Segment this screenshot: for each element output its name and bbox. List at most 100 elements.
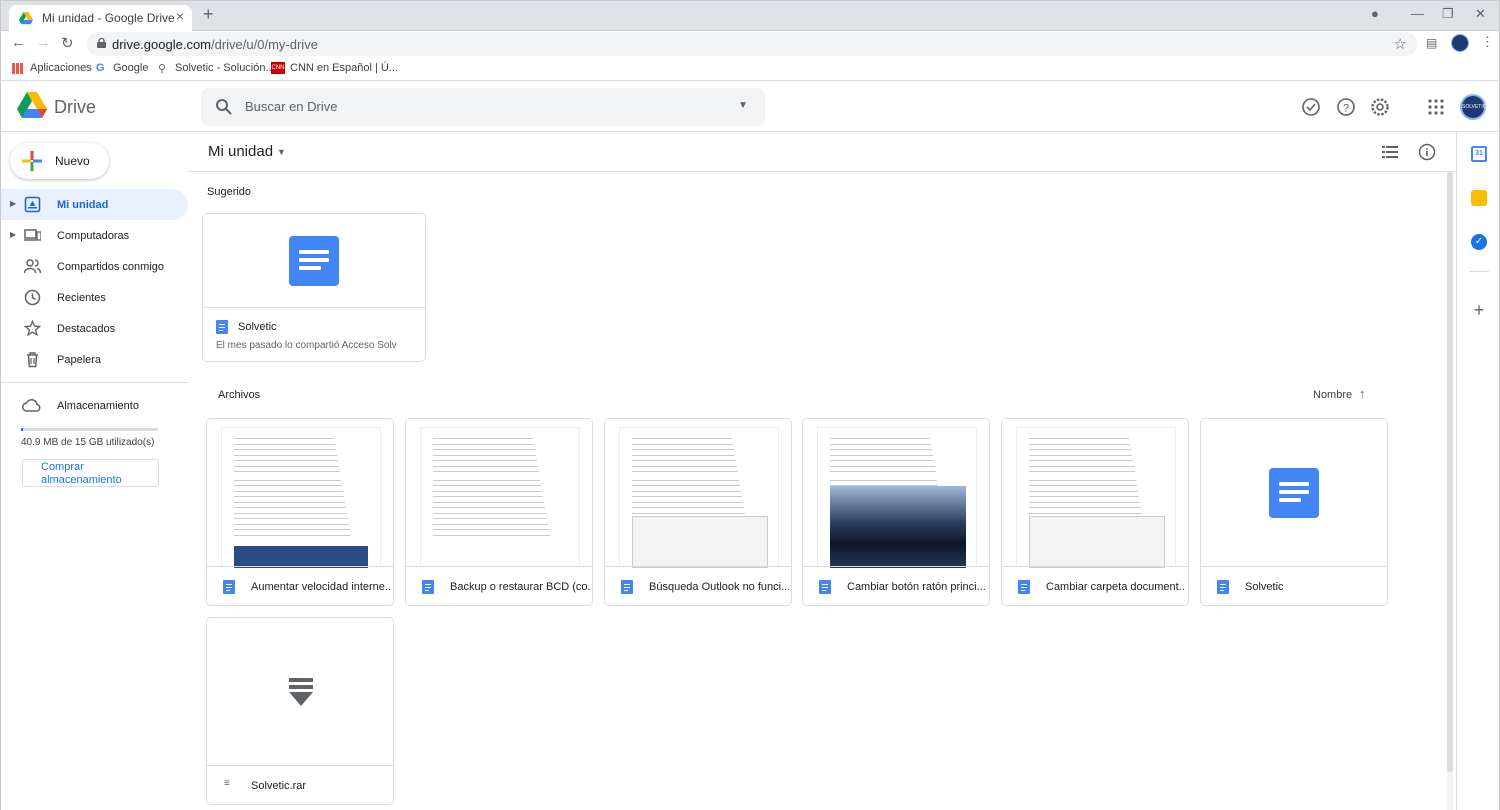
document-page-preview — [817, 427, 977, 568]
text-line — [433, 465, 538, 467]
reading-list-icon[interactable]: ▤ — [1426, 36, 1437, 50]
sidebar-item-label: Papelera — [57, 354, 102, 366]
buy-storage-button[interactable]: Comprar almacenamiento — [22, 459, 159, 487]
search-options-icon[interactable]: ▼ — [738, 100, 748, 111]
scrollbar-thumb[interactable] — [1447, 172, 1453, 772]
breadcrumb-dropdown-icon[interactable]: ▼ — [277, 147, 286, 157]
account-avatar[interactable]: SOLVETIC — [1460, 94, 1486, 120]
sidebar-item-shared[interactable]: Compartidos conmigo — [1, 251, 188, 282]
browser-tab[interactable]: Mi unidad - Google Drive × — [9, 5, 192, 32]
reload-icon[interactable]: ↻ — [61, 34, 74, 52]
text-line — [234, 449, 336, 450]
address-bar[interactable]: drive.google.com/drive/u/0/my-drive ☆ — [87, 32, 1417, 56]
page-title[interactable]: Mi unidad — [208, 143, 273, 160]
trash-icon — [27, 352, 38, 368]
sidebar-item-my-drive[interactable]: ▶ Mi unidad — [1, 189, 188, 220]
file-card[interactable]: Cambiar carpeta document... — [1001, 418, 1189, 606]
new-button[interactable]: Nuevo — [10, 143, 109, 179]
scrollbar[interactable] — [1447, 172, 1453, 810]
text-line — [632, 471, 738, 472]
search-bar[interactable]: Buscar en Drive ▼ — [201, 88, 765, 126]
profile-menu-icon[interactable]: ● — [1371, 6, 1379, 21]
bookmark-apps[interactable]: Aplicaciones — [30, 62, 92, 74]
plus-icon — [22, 151, 42, 171]
search-input[interactable]: Buscar en Drive — [245, 99, 337, 114]
archive-small-icon: ≡ — [224, 778, 230, 789]
expand-arrow-icon[interactable]: ▶ — [10, 230, 16, 239]
text-line — [433, 471, 539, 472]
new-tab-button[interactable]: + — [203, 4, 214, 25]
tasks-icon[interactable]: ✓ — [1471, 234, 1487, 250]
text-line — [234, 471, 340, 472]
file-card[interactable]: Cambiar botón ratón princi... — [802, 418, 990, 606]
bookmark-google[interactable]: Google — [113, 62, 148, 74]
keep-icon[interactable] — [1471, 190, 1487, 206]
file-card[interactable]: Solvetic — [1200, 418, 1388, 606]
info-icon[interactable] — [1418, 143, 1436, 161]
search-icon[interactable] — [215, 98, 233, 116]
bookmark-solvetic[interactable]: Solvetic - Solución... — [175, 62, 275, 74]
google-docs-icon — [1269, 468, 1319, 518]
file-meta: Cambiar botón ratón princi... — [803, 566, 989, 605]
bookmark-star-icon[interactable]: ☆ — [1394, 35, 1407, 53]
text-line — [1029, 454, 1132, 456]
text-line — [234, 465, 339, 467]
file-name: Búsqueda Outlook no funci... — [649, 581, 789, 593]
sidebar-item-storage[interactable]: Almacenamiento — [1, 390, 188, 421]
sidebar-item-recent[interactable]: Recientes — [1, 282, 188, 313]
my-drive-icon — [24, 196, 41, 213]
text-line — [1029, 496, 1139, 497]
expand-arrow-icon[interactable]: ▶ — [10, 199, 16, 208]
file-name: Backup o restaurar BCD (co... — [450, 581, 590, 593]
text-line — [830, 438, 930, 439]
window-close-icon[interactable]: ✕ — [1475, 6, 1486, 22]
text-line — [632, 460, 736, 461]
text-line — [1029, 438, 1129, 439]
file-thumbnail — [406, 419, 592, 567]
forward-icon[interactable]: → — [36, 34, 51, 51]
restore-icon[interactable]: ❐ — [1442, 6, 1454, 22]
list-view-icon[interactable] — [1382, 145, 1398, 159]
add-addon-icon[interactable]: + — [1471, 301, 1487, 319]
suggested-section-title: Sugerido — [207, 186, 252, 198]
text-line — [830, 479, 937, 481]
offline-ready-icon[interactable] — [1301, 97, 1321, 117]
lock-icon — [97, 38, 106, 48]
file-card[interactable]: ≡ Solvetic.rar — [206, 617, 394, 805]
sort-direction-arrow-icon[interactable]: ↑ — [1359, 386, 1366, 401]
text-line — [1029, 485, 1137, 486]
settings-gear-icon[interactable] — [1370, 97, 1390, 117]
apps-grid-icon[interactable] — [1426, 97, 1446, 117]
text-line — [234, 485, 342, 486]
sidebar: Nuevo ▶ Mi unidad ▶ Computadoras Compart… — [0, 132, 188, 810]
drive-logo-icon[interactable] — [17, 92, 47, 120]
file-name: Solvetic — [1245, 581, 1284, 593]
sort-by-name[interactable]: Nombre — [1313, 389, 1352, 401]
text-line — [1029, 501, 1140, 503]
suggested-file-name: Solvetic — [238, 321, 277, 333]
tab-close-icon[interactable]: × — [176, 8, 184, 24]
sidebar-item-starred[interactable]: Destacados — [1, 313, 188, 344]
drive-logo-text[interactable]: Drive — [54, 97, 96, 118]
docs-file-icon — [223, 580, 235, 594]
browser-profile-avatar[interactable] — [1451, 34, 1469, 52]
suggested-card[interactable]: Solvetic El mes pasado lo compartió Acce… — [202, 213, 426, 362]
text-line — [632, 507, 744, 508]
bookmark-cnn[interactable]: CNN en Español | Ú... — [290, 62, 398, 74]
calendar-icon[interactable]: 31 — [1471, 146, 1487, 162]
cnn-logo-icon: CNN — [271, 62, 285, 74]
text-line — [1029, 512, 1142, 514]
star-icon — [24, 320, 41, 337]
text-line — [830, 471, 936, 472]
sidebar-item-computers[interactable]: ▶ Computadoras — [1, 220, 188, 251]
back-icon[interactable]: ← — [11, 34, 26, 51]
browser-menu-icon[interactable]: ⋮ — [1481, 34, 1494, 50]
file-card[interactable]: Aumentar velocidad interne... — [206, 418, 394, 606]
minimize-icon[interactable]: — — [1411, 6, 1424, 21]
storage-progress-fill — [21, 428, 24, 431]
document-page-preview — [221, 427, 381, 568]
help-icon[interactable]: ? — [1336, 97, 1356, 117]
file-card[interactable]: Búsqueda Outlook no funci... — [604, 418, 792, 606]
sidebar-item-trash[interactable]: Papelera — [1, 344, 188, 375]
file-card[interactable]: Backup o restaurar BCD (co... — [405, 418, 593, 606]
